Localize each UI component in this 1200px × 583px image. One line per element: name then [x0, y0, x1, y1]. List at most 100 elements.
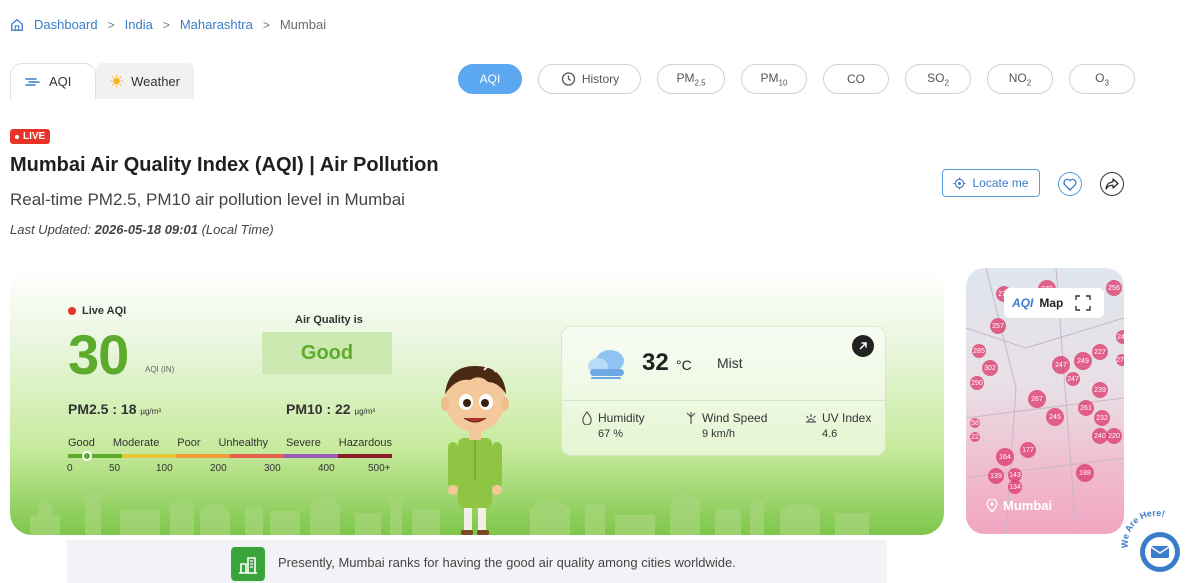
pill-history[interactable]: History [538, 64, 641, 94]
pill-o3-label: O3 [1095, 70, 1109, 88]
map-aqi-marker[interactable]: 249 [1074, 352, 1092, 370]
live-badge-label: LIVE [23, 131, 46, 142]
last-updated-time: 2026-05-18 09:01 [94, 222, 198, 237]
map-aqi-marker[interactable]: 139 [988, 468, 1004, 484]
breadcrumb-india[interactable]: India [125, 17, 153, 32]
map-location: Mumbai [986, 498, 1052, 513]
uv-index-label: UV Index [822, 411, 872, 425]
scale-value: 50 [109, 463, 121, 474]
scale-segment-good [68, 454, 122, 458]
scale-value: 200 [210, 463, 227, 474]
chevron-right-icon: > [162, 17, 170, 32]
aqi-value: 30 [68, 323, 129, 386]
pm25-value: 18 [120, 401, 137, 417]
scale-value: 400 [318, 463, 335, 474]
map-aqi-marker[interactable]: 232 [1094, 410, 1110, 426]
map-aqi-marker[interactable]: 247 [1066, 372, 1080, 386]
pill-pm25[interactable]: PM2.5 [657, 64, 725, 94]
humidity-icon [582, 411, 592, 425]
uv-index-value: 4.6 [822, 428, 838, 440]
map-aqi-marker[interactable]: 261 [1078, 400, 1094, 416]
live-dot-icon [15, 134, 19, 139]
aqi-scale-values: 0 50 100 200 300 400 500+ [67, 463, 392, 477]
location-pin-icon [986, 498, 998, 513]
arrow-up-right-icon [859, 342, 867, 350]
wind-lines-icon [25, 77, 40, 86]
map-aqi-marker[interactable]: 245 [1046, 408, 1064, 426]
uv-icon [806, 414, 816, 423]
crosshair-icon [953, 176, 967, 190]
mist-cloud-icon [588, 350, 624, 379]
pill-so2[interactable]: SO2 [905, 64, 971, 94]
map-aqi-marker[interactable]: 58 [970, 418, 980, 428]
pill-history-label: History [581, 72, 620, 86]
weather-summary: 32 °C Mist [562, 327, 887, 401]
scale-label-severe: Severe [285, 437, 321, 449]
pill-pm10[interactable]: PM10 [741, 64, 807, 94]
map-label: Map [1039, 296, 1064, 310]
pill-o3[interactable]: O3 [1069, 64, 1135, 94]
mail-icon [1151, 546, 1169, 558]
pm10-label: PM10 : [286, 401, 332, 417]
pill-co-label: CO [847, 72, 865, 86]
scale-segment-moderate [122, 454, 176, 458]
share-button[interactable] [1100, 172, 1124, 196]
scale-segment-hazardous [338, 454, 392, 458]
map-aqi-marker[interactable]: 239 [1092, 382, 1108, 398]
map-brand-logo: AQI [1012, 296, 1034, 310]
map-aqi-marker[interactable]: 227 [1092, 344, 1108, 360]
pill-pm10-label: PM10 [760, 70, 788, 88]
heart-icon [1063, 178, 1077, 191]
favorite-button[interactable] [1058, 172, 1082, 196]
map-aqi-marker[interactable]: 256 [1106, 280, 1122, 296]
scale-label-hazardous: Hazardous [338, 437, 392, 449]
tab-aqi[interactable]: AQI [10, 63, 96, 99]
wind-icon [686, 412, 696, 424]
sun-icon [110, 74, 123, 88]
aqi-card: Live AQI 30 AQI (IN) Air Quality is Good… [10, 270, 944, 535]
scale-segment-unhealthy [230, 454, 284, 458]
tab-weather[interactable]: Weather [96, 63, 194, 99]
weather-details-button[interactable] [852, 335, 874, 357]
map-aqi-marker[interactable]: 290 [970, 376, 984, 390]
page-title: Mumbai Air Quality Index (AQI) | Air Pol… [10, 154, 439, 176]
map-aqi-marker[interactable]: 267 [1028, 390, 1046, 408]
pm10-reading: PM10 : 22 µg/m³ [286, 401, 375, 417]
breadcrumb-dashboard[interactable]: Dashboard [34, 17, 98, 32]
breadcrumb-maharashtra[interactable]: Maharashtra [180, 17, 253, 32]
map-aqi-marker[interactable]: 272 [1116, 354, 1124, 366]
aqi-map-card[interactable]: 2702792562572432272853022472492722902672… [966, 268, 1124, 534]
weather-card: 32 °C Mist Humidity 67 % Wind Speed 9 km… [561, 326, 887, 456]
pill-aqi-label: AQI [479, 72, 501, 86]
aqi-scale: Good Moderate Poor Unhealthy Severe Haza… [67, 437, 392, 477]
locate-me-button[interactable]: Locate me [942, 169, 1040, 197]
map-aqi-marker[interactable]: 164 [996, 448, 1014, 466]
aqi-scale-labels: Good Moderate Poor Unhealthy Severe Haza… [68, 437, 392, 449]
humidity-value: 67 % [598, 428, 624, 440]
map-aqi-marker[interactable]: 247 [1052, 356, 1070, 374]
map-aqi-marker[interactable]: 22 [970, 432, 980, 442]
map-open-button[interactable]: AQI Map [1004, 288, 1104, 318]
map-aqi-marker[interactable]: 177 [1020, 442, 1036, 458]
map-aqi-marker[interactable]: 220 [1106, 428, 1122, 444]
map-aqi-marker[interactable]: 134 [1008, 480, 1022, 494]
temperature-value: 32 [642, 349, 669, 376]
map-aqi-marker[interactable]: 302 [982, 360, 998, 376]
help-chat-button[interactable]: We Are Here! [1118, 508, 1190, 580]
live-aqi-label: Live AQI [68, 305, 126, 317]
pill-so2-label: SO2 [927, 70, 949, 88]
map-aqi-marker[interactable]: 285 [972, 344, 986, 358]
map-aqi-marker[interactable]: 188 [1076, 464, 1094, 482]
pill-no2-label: NO2 [1008, 70, 1032, 88]
map-aqi-marker[interactable]: 243 [1116, 330, 1124, 344]
aqi-unit: AQI (IN) [145, 365, 175, 374]
pill-aqi[interactable]: AQI [458, 64, 522, 94]
rank-icon-wrap [231, 547, 265, 581]
humidity-stat: Humidity 67 % [580, 411, 645, 440]
breadcrumb: Dashboard > India > Maharashtra > Mumbai [10, 17, 326, 32]
humidity-label: Humidity [598, 411, 645, 425]
map-aqi-marker[interactable]: 257 [990, 318, 1006, 334]
pill-co[interactable]: CO [823, 64, 889, 94]
pill-no2[interactable]: NO2 [987, 64, 1053, 94]
share-icon [1105, 178, 1119, 190]
